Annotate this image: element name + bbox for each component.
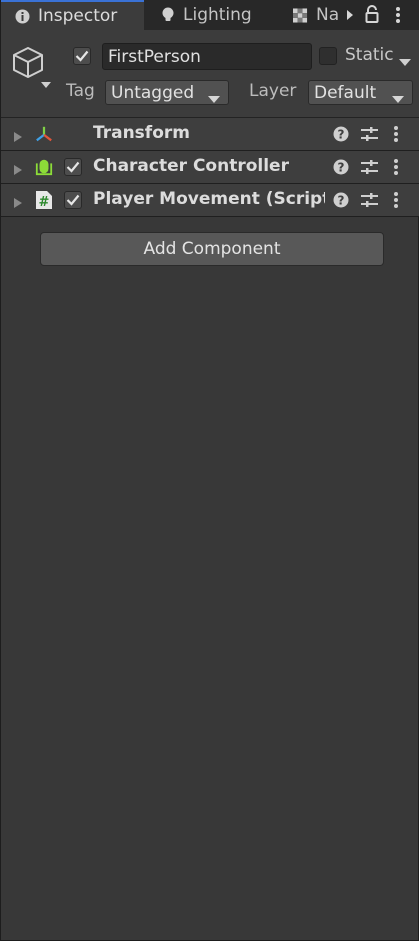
svg-text:#: # (39, 195, 50, 210)
tab-inspector[interactable]: Inspector (1, 0, 144, 30)
component-menu-icon[interactable] (394, 157, 406, 177)
static-label: Static (345, 45, 394, 65)
component-transform[interactable]: Transform ? (1, 118, 419, 151)
tab-navigation[interactable]: Na (287, 0, 341, 30)
tab-label: Inspector (38, 6, 118, 26)
tag-dropdown[interactable]: Untagged (105, 80, 229, 105)
tag-value: Untagged (111, 82, 195, 103)
help-icon[interactable]: ? (333, 126, 349, 142)
enabled-checkbox[interactable] (64, 158, 82, 176)
svg-text:?: ? (338, 194, 345, 208)
add-component-button[interactable]: Add Component (40, 232, 384, 266)
component-character-controller[interactable]: Character Controller ? (1, 151, 419, 184)
svg-text:?: ? (338, 128, 345, 142)
active-checkbox[interactable] (73, 47, 91, 65)
foldout-arrow-icon[interactable] (13, 128, 23, 142)
script-icon: # (35, 191, 53, 210)
lock-icon[interactable] (363, 3, 381, 25)
navigation-icon (293, 7, 308, 23)
help-icon[interactable]: ? (333, 192, 349, 208)
chevron-down-icon (392, 89, 404, 103)
tab-overflow-arrow-icon[interactable] (343, 4, 357, 26)
tab-lighting[interactable]: Lighting (146, 0, 276, 30)
tab-label: Na (316, 5, 340, 25)
chevron-down-icon (208, 89, 220, 103)
static-checkbox[interactable] (319, 47, 337, 65)
layer-dropdown[interactable]: Default (308, 80, 413, 105)
layer-label: Layer (249, 81, 297, 101)
layer-value: Default (314, 82, 377, 103)
presets-icon[interactable] (361, 126, 378, 142)
static-dropdown-arrow-icon[interactable] (399, 52, 411, 66)
character-controller-icon (35, 158, 53, 176)
foldout-arrow-icon[interactable] (13, 194, 23, 208)
kebab-menu-icon[interactable] (390, 3, 406, 27)
inspector-window: Inspector Lighting Na FirstPerson Static… (0, 0, 419, 941)
component-label: Transform (93, 123, 190, 143)
object-name-field[interactable]: FirstPerson (102, 43, 312, 70)
component-player-movement[interactable]: # Player Movement (Script ? (1, 184, 419, 217)
presets-icon[interactable] (361, 159, 378, 175)
tab-bar: Inspector Lighting Na (1, 0, 419, 30)
svg-text:?: ? (338, 161, 345, 175)
component-label: Player Movement (Script (93, 189, 325, 209)
icon-dropdown-caret-icon[interactable] (41, 74, 51, 88)
presets-icon[interactable] (361, 192, 378, 208)
lightbulb-icon (160, 7, 175, 23)
help-icon[interactable]: ? (333, 159, 349, 175)
tag-label: Tag (66, 81, 95, 101)
foldout-arrow-icon[interactable] (13, 161, 23, 175)
enabled-checkbox[interactable] (64, 191, 82, 209)
component-menu-icon[interactable] (394, 190, 406, 210)
tab-label: Lighting (183, 5, 252, 25)
transform-icon (35, 125, 53, 143)
info-icon (15, 9, 30, 24)
component-label: Character Controller (93, 156, 289, 176)
component-menu-icon[interactable] (394, 124, 406, 144)
